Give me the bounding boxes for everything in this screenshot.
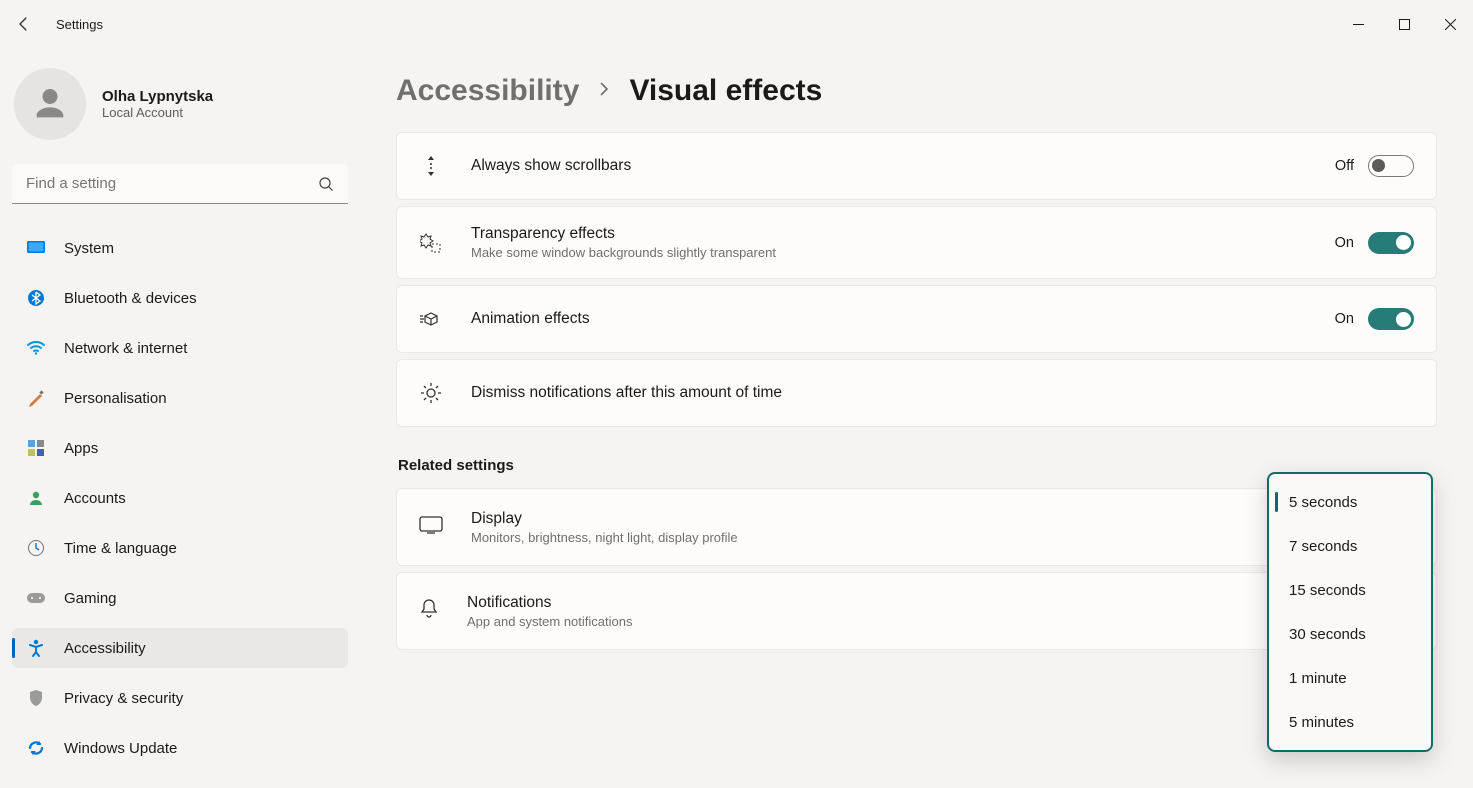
nav-item-bluetooth[interactable]: Bluetooth & devices	[12, 278, 348, 318]
nav-item-accounts[interactable]: Accounts	[12, 478, 348, 518]
link-title: Notifications	[467, 594, 1376, 612]
windows-update-icon	[26, 738, 46, 758]
search-icon	[318, 176, 334, 197]
setting-subtitle: Make some window backgrounds slightly tr…	[471, 245, 1307, 260]
nav-label: Privacy & security	[64, 690, 183, 707]
nav-label: Network & internet	[64, 340, 187, 357]
network-icon	[26, 338, 46, 358]
maximize-button[interactable]	[1381, 8, 1427, 40]
nav-item-apps[interactable]: Apps	[12, 428, 348, 468]
nav-item-system[interactable]: System	[12, 228, 348, 268]
nav-item-network[interactable]: Network & internet	[12, 328, 348, 368]
setting-title: Always show scrollbars	[471, 157, 1307, 175]
breadcrumb-parent[interactable]: Accessibility	[396, 74, 579, 108]
account-name: Olha Lypnytska	[102, 88, 213, 105]
gaming-icon	[26, 588, 46, 608]
dropdown-option[interactable]: 30 seconds	[1273, 612, 1427, 656]
system-icon	[26, 238, 46, 258]
toggle-label: On	[1335, 311, 1354, 327]
time-language-icon	[26, 538, 46, 558]
nav-item-time-language[interactable]: Time & language	[12, 528, 348, 568]
nav-label: Accounts	[64, 490, 126, 507]
transparency-icon	[419, 232, 443, 254]
toggle-label: Off	[1335, 158, 1354, 174]
scrollbars-icon	[419, 154, 443, 178]
title-bar: Settings	[0, 0, 1473, 48]
notifications-icon	[419, 598, 439, 625]
accessibility-icon	[26, 638, 46, 658]
setting-animation: Animation effects On	[396, 285, 1437, 353]
nav-item-accessibility[interactable]: Accessibility	[12, 628, 348, 668]
search-box[interactable]	[12, 164, 348, 204]
dropdown-option[interactable]: 5 minutes	[1273, 700, 1427, 744]
scrollbars-toggle[interactable]	[1368, 155, 1414, 177]
toggle-label: On	[1335, 235, 1354, 251]
link-subtitle: Monitors, brightness, night light, displ…	[471, 530, 1376, 545]
brightness-icon	[419, 381, 443, 405]
account-subtitle: Local Account	[102, 105, 213, 120]
nav-label: Time & language	[64, 540, 177, 557]
breadcrumb-current: Visual effects	[629, 74, 822, 108]
setting-title: Animation effects	[471, 310, 1307, 328]
dismiss-time-dropdown[interactable]: 5 seconds 7 seconds 15 seconds 30 second…	[1267, 472, 1433, 752]
transparency-toggle[interactable]	[1368, 232, 1414, 254]
dropdown-option[interactable]: 15 seconds	[1273, 568, 1427, 612]
sidebar: Olha Lypnytska Local Account System Blue…	[0, 48, 360, 788]
nav-label: Personalisation	[64, 390, 167, 407]
setting-title: Transparency effects	[471, 225, 1307, 243]
personalisation-icon	[26, 388, 46, 408]
apps-icon	[26, 438, 46, 458]
nav-item-personalisation[interactable]: Personalisation	[12, 378, 348, 418]
avatar	[14, 68, 86, 140]
setting-dismiss-notifications: Dismiss notifications after this amount …	[396, 359, 1437, 427]
app-title: Settings	[56, 17, 103, 32]
search-input[interactable]	[12, 164, 348, 204]
setting-transparency: Transparency effects Make some window ba…	[396, 206, 1437, 279]
accounts-icon	[26, 488, 46, 508]
nav-item-windows-update[interactable]: Windows Update	[12, 728, 348, 768]
nav-list: System Bluetooth & devices Network & int…	[12, 228, 348, 768]
privacy-icon	[26, 688, 46, 708]
account-block[interactable]: Olha Lypnytska Local Account	[12, 68, 348, 140]
display-icon	[419, 516, 443, 539]
setting-title: Dismiss notifications after this amount …	[471, 384, 1414, 402]
nav-label: System	[64, 240, 114, 257]
back-button[interactable]	[14, 14, 34, 34]
nav-label: Gaming	[64, 590, 117, 607]
dropdown-option[interactable]: 7 seconds	[1273, 524, 1427, 568]
window-controls	[1335, 8, 1473, 40]
close-button[interactable]	[1427, 8, 1473, 40]
dropdown-option[interactable]: 1 minute	[1273, 656, 1427, 700]
link-subtitle: App and system notifications	[467, 614, 1376, 629]
nav-item-privacy[interactable]: Privacy & security	[12, 678, 348, 718]
minimize-button[interactable]	[1335, 8, 1381, 40]
nav-label: Accessibility	[64, 640, 146, 657]
chevron-right-icon	[597, 82, 611, 101]
dropdown-option[interactable]: 5 seconds	[1273, 480, 1427, 524]
nav-label: Windows Update	[64, 740, 177, 757]
link-title: Display	[471, 510, 1376, 528]
nav-label: Apps	[64, 440, 98, 457]
bluetooth-icon	[26, 288, 46, 308]
nav-item-gaming[interactable]: Gaming	[12, 578, 348, 618]
nav-label: Bluetooth & devices	[64, 290, 197, 307]
breadcrumb: Accessibility Visual effects	[396, 74, 1437, 108]
main-content: Accessibility Visual effects Always show…	[360, 48, 1473, 788]
animation-icon	[419, 310, 443, 328]
setting-scrollbars: Always show scrollbars Off	[396, 132, 1437, 200]
animation-toggle[interactable]	[1368, 308, 1414, 330]
